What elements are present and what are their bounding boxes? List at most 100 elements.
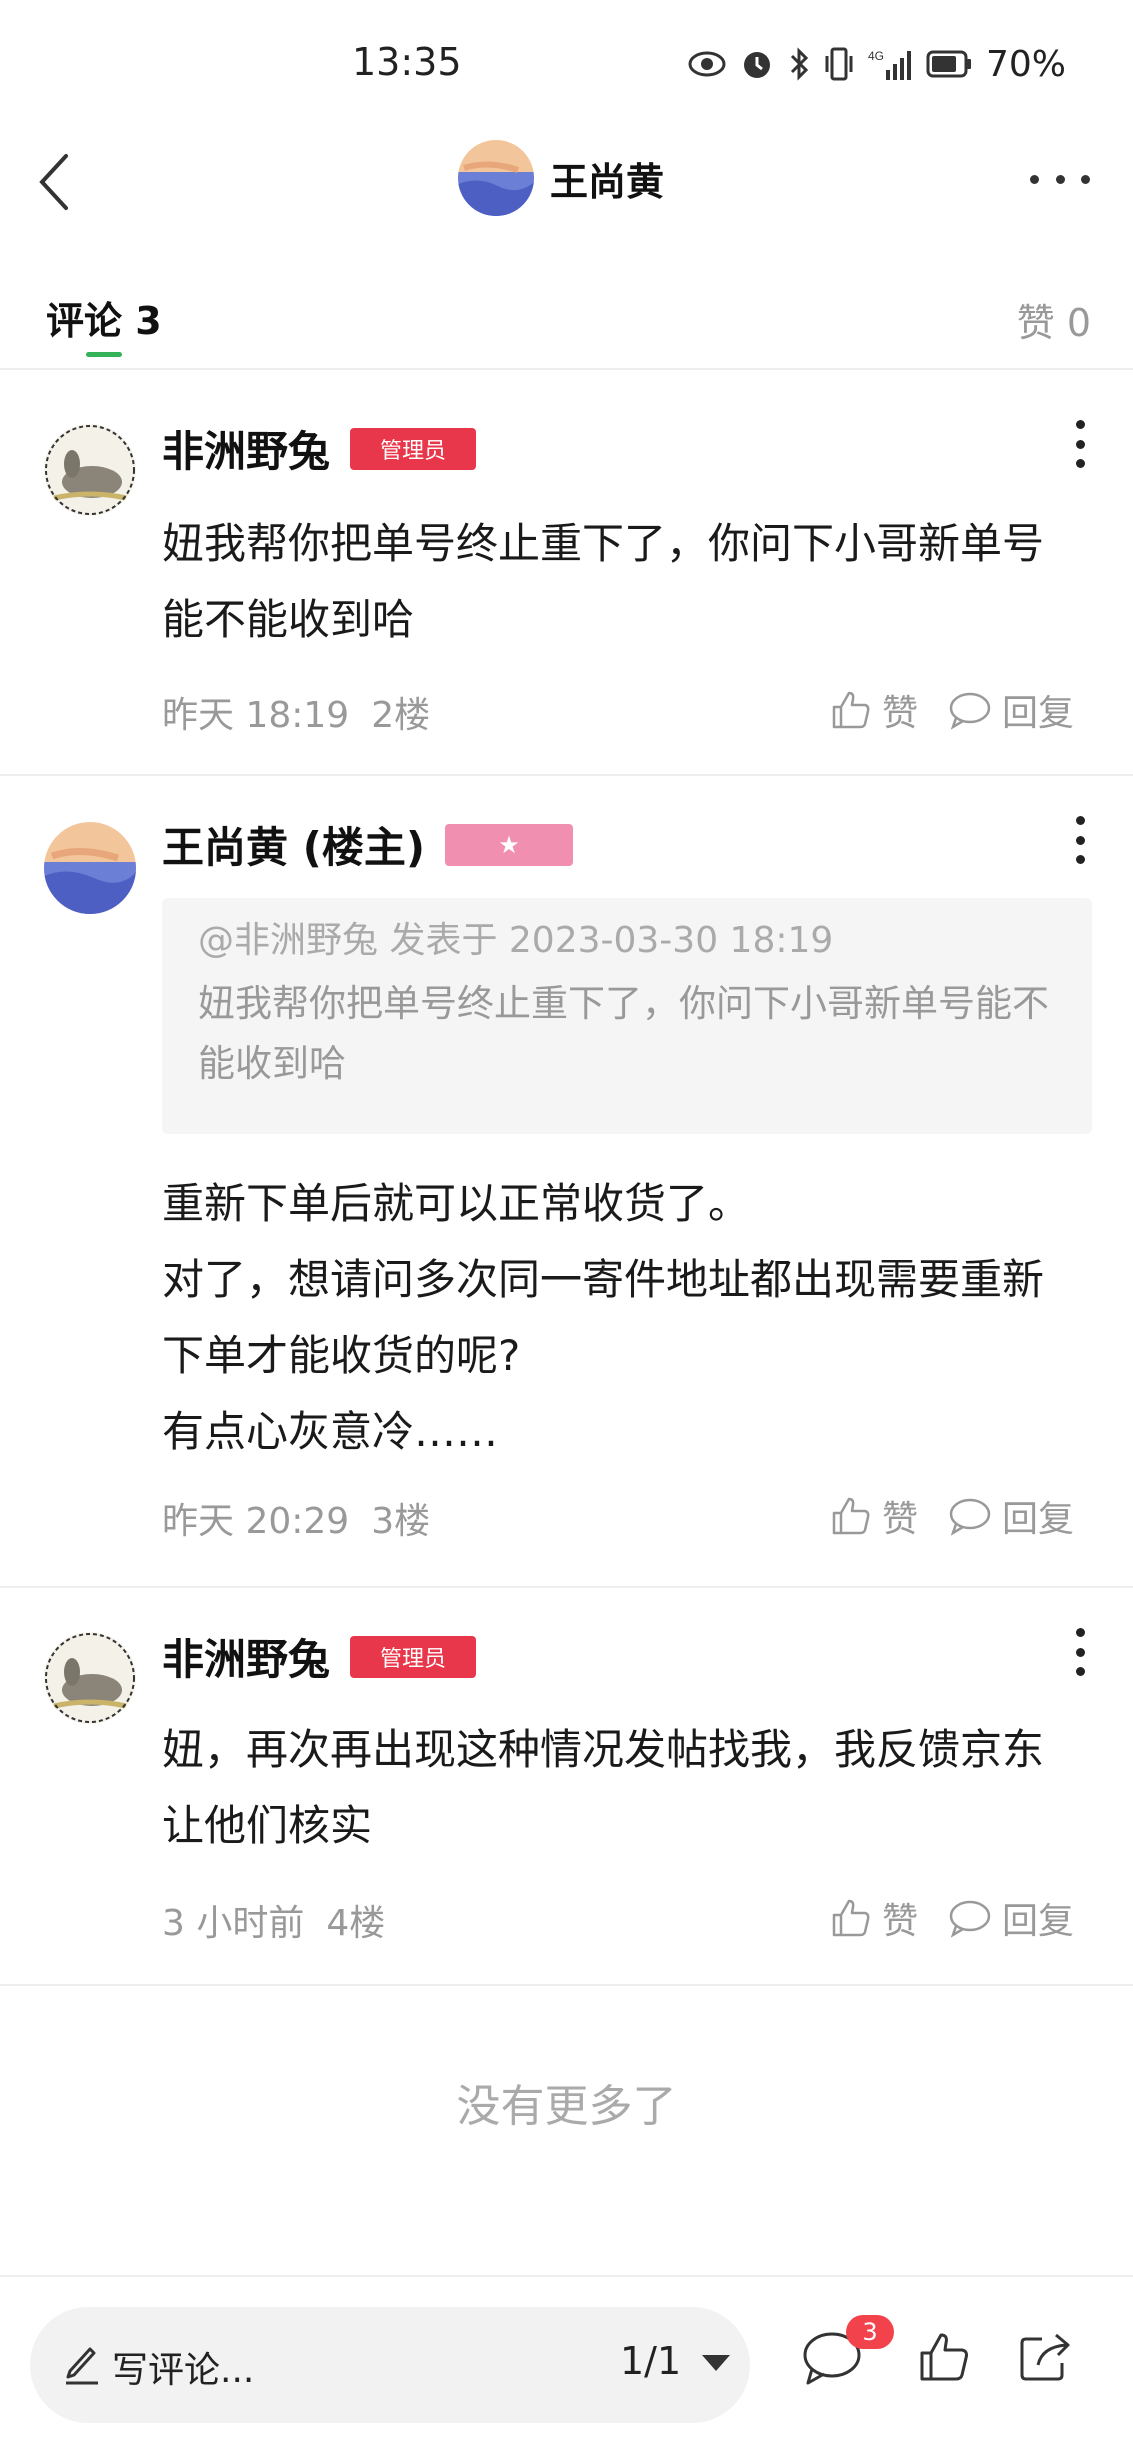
comment-text: 妞我帮你把单号终止重下了，你问下小哥新单号能不能收到哈 [162,519,1045,644]
back-button[interactable] [24,144,84,220]
comment-floor: 4楼 [326,1903,386,1944]
reply-bubble-icon [949,1498,991,1536]
comment-meta: 昨天 18:19 2楼 [162,686,430,738]
tab-likes[interactable]: 赞 0 [1017,292,1091,347]
comment-header: 非洲野兔 管理员 [162,1626,477,1687]
username[interactable]: 非洲野兔 [162,418,330,479]
pencil-icon [66,2347,98,2385]
comment-actions: 赞 回复 [830,1892,1074,1944]
like-label: 赞 [882,1901,919,1942]
status-time: 13:35 [352,40,462,84]
reply-label: 回复 [1002,693,1075,734]
comment-input[interactable]: 写评论... 1/1 [30,2307,750,2423]
avatar[interactable] [44,822,136,914]
reply-button[interactable]: 回复 [948,1892,1074,1944]
tab-active-indicator [86,352,122,357]
dot-icon [1075,420,1085,429]
comment-item: 非洲野兔 管理员 妞，再次再出现这种情况发帖找我，我反馈京东让他们核实 3 小时… [0,1588,1133,1986]
op-badge: ★ [445,823,574,866]
comment-floor: 3楼 [371,1501,431,1542]
comment-text-line: 对了，想请问多次同一寄件地址都出现需要重新下单才能收货的呢? [162,1255,1045,1380]
quoted-comment[interactable]: @非洲野兔 发表于 2023-03-30 18:19 妞我帮你把单号终止重下了，… [162,898,1092,1134]
like-post-button[interactable] [916,2329,972,2389]
bottom-bar: 写评论... 1/1 3 [0,2275,1133,2453]
eye-icon [688,51,726,77]
svg-text:4G: 4G [868,49,884,63]
reply-button[interactable]: 回复 [948,684,1074,736]
signal-4g-icon: 4G [868,49,911,80]
comment-meta: 3 小时前 4楼 [162,1894,385,1946]
share-button[interactable] [1016,2329,1076,2389]
dot-icon [1055,174,1065,184]
comment-header: 非洲野兔 管理员 [162,418,477,479]
dot-icon [1030,174,1039,184]
comment-actions: 赞 回复 [830,684,1074,736]
like-button[interactable]: 赞 [830,1892,918,1944]
bluetooth-icon [790,47,809,81]
quote-text: 妞我帮你把单号终止重下了，你问下小哥新单号能不能收到哈 [198,982,1049,1085]
nav-bar: 王尚黄 [0,130,1133,250]
like-label: 赞 [882,1499,919,1540]
tab-bar: 评论 3 赞 0 [0,270,1133,370]
username[interactable]: 王尚黄 (楼主) [162,814,425,875]
no-more-text: 没有更多了 [456,2081,677,2132]
battery-percent: 70% [986,43,1067,85]
comment-text: 妞，再次再出现这种情况发帖找我，我反馈京东让他们核实 [162,1725,1045,1850]
reply-label: 回复 [1002,1901,1075,1942]
vibrate-icon [825,47,853,81]
like-label: 赞 [882,693,919,734]
dot-icon [1075,1647,1085,1657]
status-icons: 4G 70% [688,40,1066,88]
status-bar: 13:35 4G 70% [0,0,1133,130]
chevron-left-icon [39,154,68,210]
nav-user[interactable]: 王尚黄 [458,138,664,218]
comment-header: 王尚黄 (楼主) ★ [162,814,574,875]
comment-menu-button[interactable] [1072,420,1088,468]
caret-down-icon[interactable] [702,2355,730,2371]
comment-item: 非洲野兔 管理员 妞我帮你把单号终止重下了，你问下小哥新单号能不能收到哈 昨天 … [0,372,1133,776]
username[interactable]: 非洲野兔 [162,1626,330,1687]
comment-menu-button[interactable] [1072,816,1088,864]
avatar [458,140,534,216]
comment-text-line: 有点心灰意冷…… [162,1407,499,1456]
reply-button[interactable]: 回复 [948,1490,1074,1542]
thumbs-up-icon [832,1899,870,1937]
dot-icon [1075,1667,1085,1676]
like-button[interactable]: 赞 [830,684,918,736]
dot-icon [1075,855,1085,864]
page-indicator[interactable]: 1/1 [620,2339,681,2383]
quote-meta: @非洲野兔 发表于 2023-03-30 18:19 [198,920,834,961]
reply-bubble-icon [949,1900,991,1938]
admin-badge: 管理员 [350,1635,477,1678]
dot-icon [1075,459,1085,468]
comment-floor: 2楼 [371,695,431,736]
dot-icon [1075,1628,1085,1637]
admin-badge: 管理员 [350,427,477,470]
comment-meta: 昨天 20:29 3楼 [162,1492,430,1544]
comment-placeholder: 写评论... [112,2350,255,2391]
comment-menu-button[interactable] [1072,1628,1088,1676]
comment-count-badge: 3 [846,2315,894,2349]
more-options-button[interactable] [1030,164,1090,194]
reply-label: 回复 [1002,1499,1075,1540]
thumbs-up-icon [832,691,870,729]
dot-icon [1075,816,1085,825]
share-icon [1020,2333,1070,2381]
avatar[interactable] [44,424,136,516]
avatar[interactable] [44,1632,136,1724]
dot-icon [1075,439,1085,449]
comment-time: 昨天 18:19 [162,695,350,736]
comment-item: 王尚黄 (楼主) ★ @非洲野兔 发表于 2023-03-30 18:19 妞我… [0,776,1133,1588]
dot-icon [1075,835,1085,845]
tab-comments[interactable]: 评论 3 [46,290,162,345]
thumbs-up-icon [832,1497,870,1535]
page-title: 王尚黄 [550,159,665,204]
comment-text-line: 重新下单后就可以正常收货了。 [162,1179,751,1228]
alarm-icon [744,52,770,78]
battery-icon [926,50,971,78]
comment-text: 重新下单后就可以正常收货了。 对了，想请问多次同一寄件地址都出现需要重新下单才能… [162,1166,1082,1470]
comment-actions: 赞 回复 [830,1490,1074,1542]
like-button[interactable]: 赞 [830,1490,918,1542]
dot-icon [1081,174,1090,184]
comment-time: 3 小时前 [162,1903,305,1944]
